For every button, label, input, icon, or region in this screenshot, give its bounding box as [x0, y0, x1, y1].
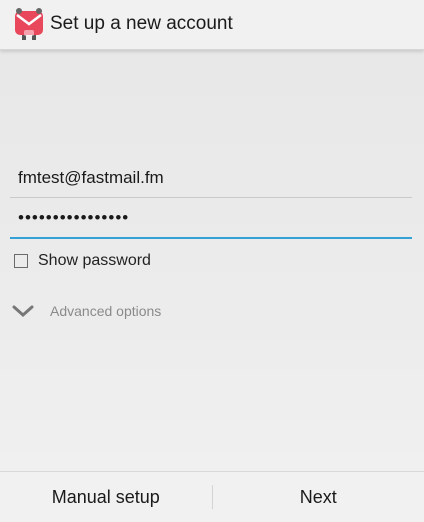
email-field[interactable]	[10, 158, 412, 198]
show-password-label: Show password	[38, 252, 151, 270]
app-bar: Set up a new account	[0, 0, 424, 50]
chevron-down-icon	[12, 304, 34, 318]
show-password-row[interactable]: Show password	[14, 251, 151, 271]
bottom-button-bar: Manual setup Next	[0, 471, 424, 522]
k9-mail-app-icon	[14, 8, 44, 42]
next-button[interactable]: Next	[213, 472, 424, 522]
advanced-options-label: Advanced options	[50, 303, 161, 319]
password-field[interactable]	[10, 199, 412, 239]
advanced-options-toggle[interactable]: Advanced options	[12, 300, 161, 322]
manual-setup-button[interactable]: Manual setup	[0, 472, 212, 522]
page-title: Set up a new account	[50, 13, 233, 35]
show-password-checkbox[interactable]	[14, 254, 28, 268]
